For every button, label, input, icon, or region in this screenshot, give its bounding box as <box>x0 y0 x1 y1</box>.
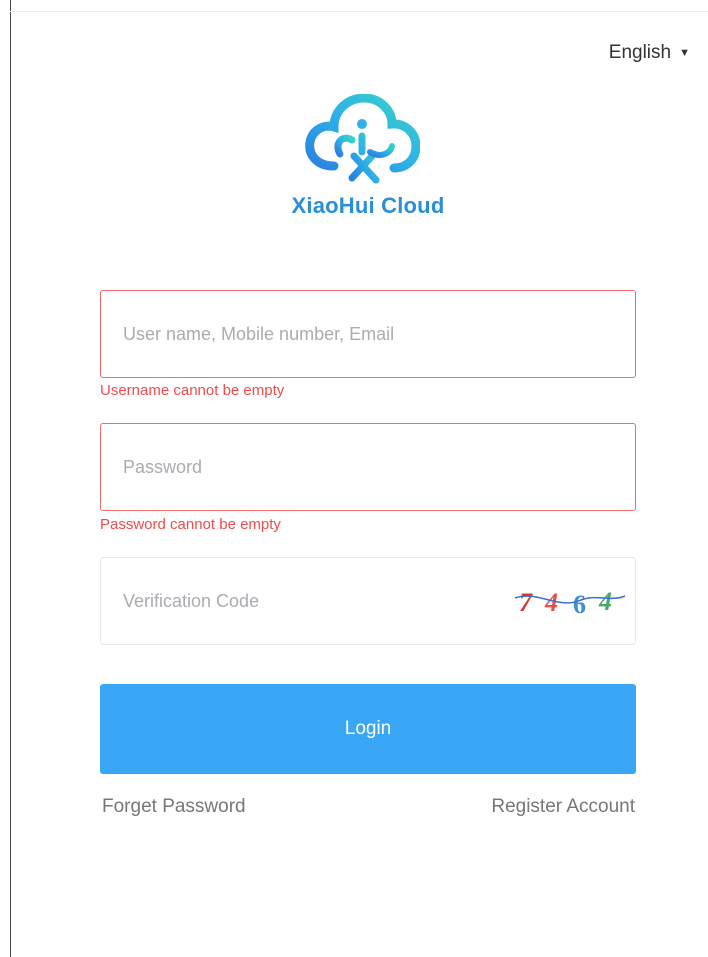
username-error-message: Username cannot be empty <box>100 382 285 399</box>
window-left-border <box>10 0 11 957</box>
captcha-digit: 4 <box>598 587 612 616</box>
captcha-digit: 6 <box>573 590 586 619</box>
forget-password-link[interactable]: Forget Password <box>102 796 246 818</box>
captcha-digit: 4 <box>544 588 558 617</box>
window-top-border <box>10 11 708 12</box>
verification-field[interactable]: 7 4 6 4 <box>100 557 636 645</box>
language-selector[interactable]: English ▼ <box>609 42 690 64</box>
cloud-logo-icon <box>305 94 420 184</box>
register-account-link[interactable]: Register Account <box>491 796 635 818</box>
login-page: English ▼ XiaoHui Cloud Username cannot … <box>0 0 708 957</box>
language-label: English <box>608 42 672 63</box>
captcha-image[interactable]: 7 4 6 4 <box>513 584 627 620</box>
password-input[interactable] <box>123 424 613 510</box>
password-field[interactable] <box>100 423 636 511</box>
brand-name: XiaoHui Cloud <box>291 193 445 218</box>
captcha-digit: 7 <box>519 588 533 617</box>
login-button[interactable]: Login <box>100 684 636 774</box>
caret-down-icon: ▼ <box>679 46 690 59</box>
username-field[interactable] <box>100 290 636 378</box>
username-input[interactable] <box>123 291 613 377</box>
password-error-message: Password cannot be empty <box>100 516 281 533</box>
